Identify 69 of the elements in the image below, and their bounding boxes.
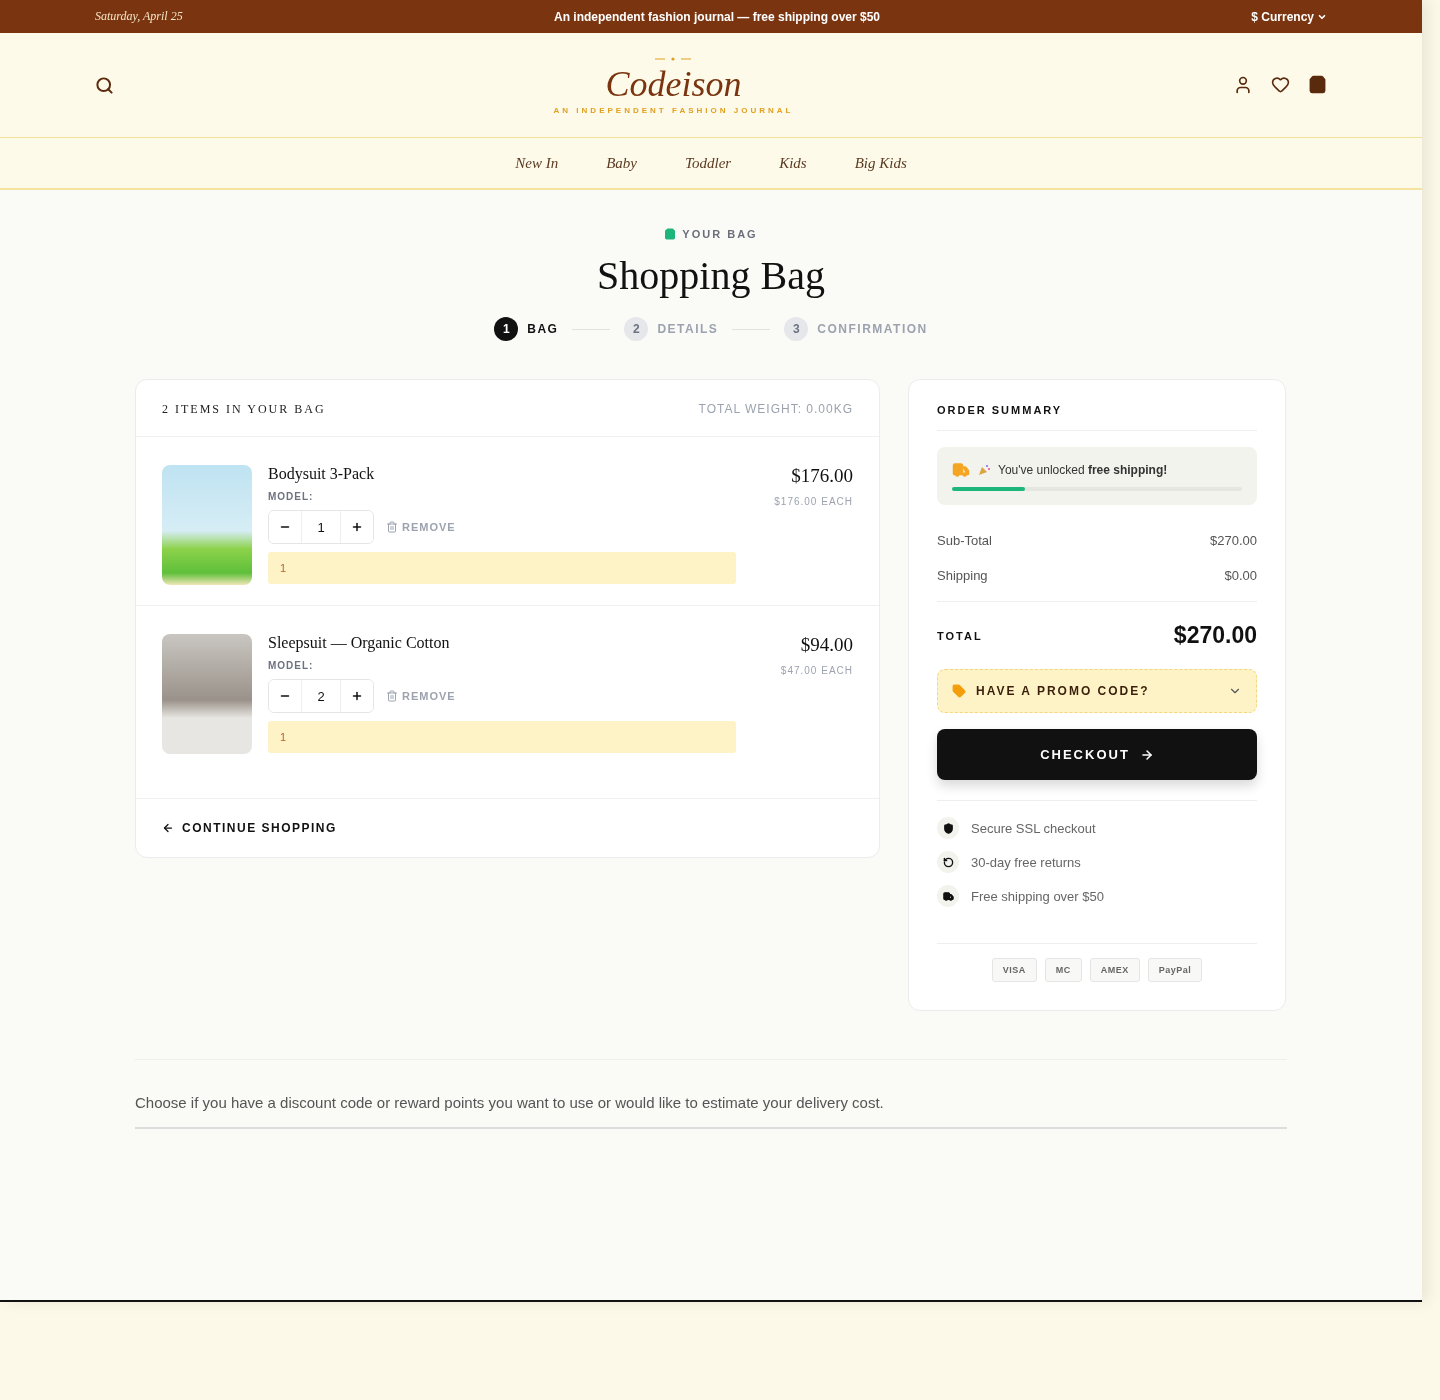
date-text: Saturday, April 25: [95, 9, 183, 24]
quantity-field[interactable]: 2: [301, 680, 341, 712]
item-note: 1: [268, 552, 736, 584]
logo[interactable]: Codeison: [605, 65, 742, 102]
step-number: 3: [784, 317, 809, 341]
item-price: $94.00: [800, 634, 853, 656]
page-title: Shopping Bag: [597, 252, 825, 299]
rotate-icon: [937, 851, 959, 873]
plus-icon: [351, 521, 363, 533]
checkout-button[interactable]: CHECKOUT: [937, 729, 1257, 780]
total-value: $270.00: [1173, 622, 1257, 649]
quantity-field[interactable]: 1: [301, 511, 341, 543]
assurance-text: 30-day free returns: [971, 854, 1081, 870]
summary-value: $0.00: [1224, 568, 1257, 583]
heart-icon[interactable]: [1271, 75, 1290, 95]
truck-icon: [952, 461, 970, 479]
payment-badge: VISA: [991, 958, 1037, 982]
nav-link[interactable]: New In: [515, 154, 559, 172]
product-name: Sleepsuit — Organic Cotton: [268, 634, 451, 652]
footer-note: Choose if you have a discount code or reward points you want to use or would like to estimate your delivery cost.: [135, 1094, 1287, 1129]
continue-shopping-link[interactable]: CONTINUE SHOPPING: [136, 799, 879, 857]
ornament-icon: [653, 55, 694, 62]
shipping-message: You've unlocked free shipping!: [998, 463, 1168, 477]
trash-icon: [386, 521, 398, 533]
payment-badge: MC: [1044, 958, 1082, 982]
search-icon[interactable]: [95, 75, 114, 95]
product-name: Bodysuit 3-Pack: [268, 465, 376, 483]
plus-icon: [351, 690, 363, 702]
nav-link[interactable]: Toddler: [685, 154, 732, 172]
summary-label: Shipping: [937, 568, 988, 583]
item-note: 1: [268, 721, 736, 753]
step-label: CONFIRMATION: [817, 322, 928, 336]
promo-code-button[interactable]: HAVE A PROMO CODE?: [937, 669, 1257, 713]
step-label: DETAILS: [657, 322, 719, 336]
nav-link[interactable]: Kids: [779, 154, 807, 172]
quantity-stepper[interactable]: 1: [268, 510, 374, 544]
nav-link[interactable]: Big Kids: [854, 154, 907, 172]
total-weight: TOTAL WEIGHT: 0.00KG: [698, 402, 853, 417]
assurance-text: Secure SSL checkout: [971, 820, 1096, 836]
user-icon[interactable]: [1233, 75, 1253, 95]
trash-icon: [386, 690, 398, 702]
total-label: TOTAL: [937, 629, 983, 642]
item-count: 2 ITEMS IN YOUR BAG: [162, 402, 326, 417]
arrow-left-icon: [162, 822, 174, 834]
summary-title: ORDER SUMMARY: [937, 404, 1257, 431]
nav-link[interactable]: Baby: [606, 154, 637, 172]
summary-label: Sub-Total: [937, 533, 992, 548]
tag-icon: [952, 684, 966, 698]
payment-badge: AMEX: [1089, 958, 1140, 982]
step-number: 2: [624, 317, 649, 341]
item-price: $176.00: [791, 465, 853, 487]
unit-price: $47.00 EACH: [780, 665, 853, 676]
truck-icon: [937, 885, 959, 907]
unit-price: $176.00 EACH: [774, 496, 853, 507]
announcement-text: An independent fashion journal — free shipping over $50: [553, 9, 880, 24]
payment-badge: PayPal: [1147, 958, 1203, 982]
party-icon: [978, 464, 990, 476]
currency-button[interactable]: $ Currency: [1251, 9, 1327, 24]
arrow-right-icon: [1139, 747, 1154, 762]
assurance-text: Free shipping over $50: [971, 888, 1104, 904]
model-label: MODEL:: [268, 491, 315, 502]
eyebrow-text: YOUR BAG: [682, 228, 758, 240]
step-label: BAG: [527, 322, 559, 336]
quantity-stepper[interactable]: 2: [268, 679, 374, 713]
model-label: MODEL:: [268, 660, 315, 671]
shield-icon: [937, 817, 959, 839]
summary-value: $270.00: [1210, 533, 1257, 548]
step-number: 1: [494, 317, 519, 341]
tagline: AN INDEPENDENT FASHION JOURNAL: [553, 105, 794, 115]
